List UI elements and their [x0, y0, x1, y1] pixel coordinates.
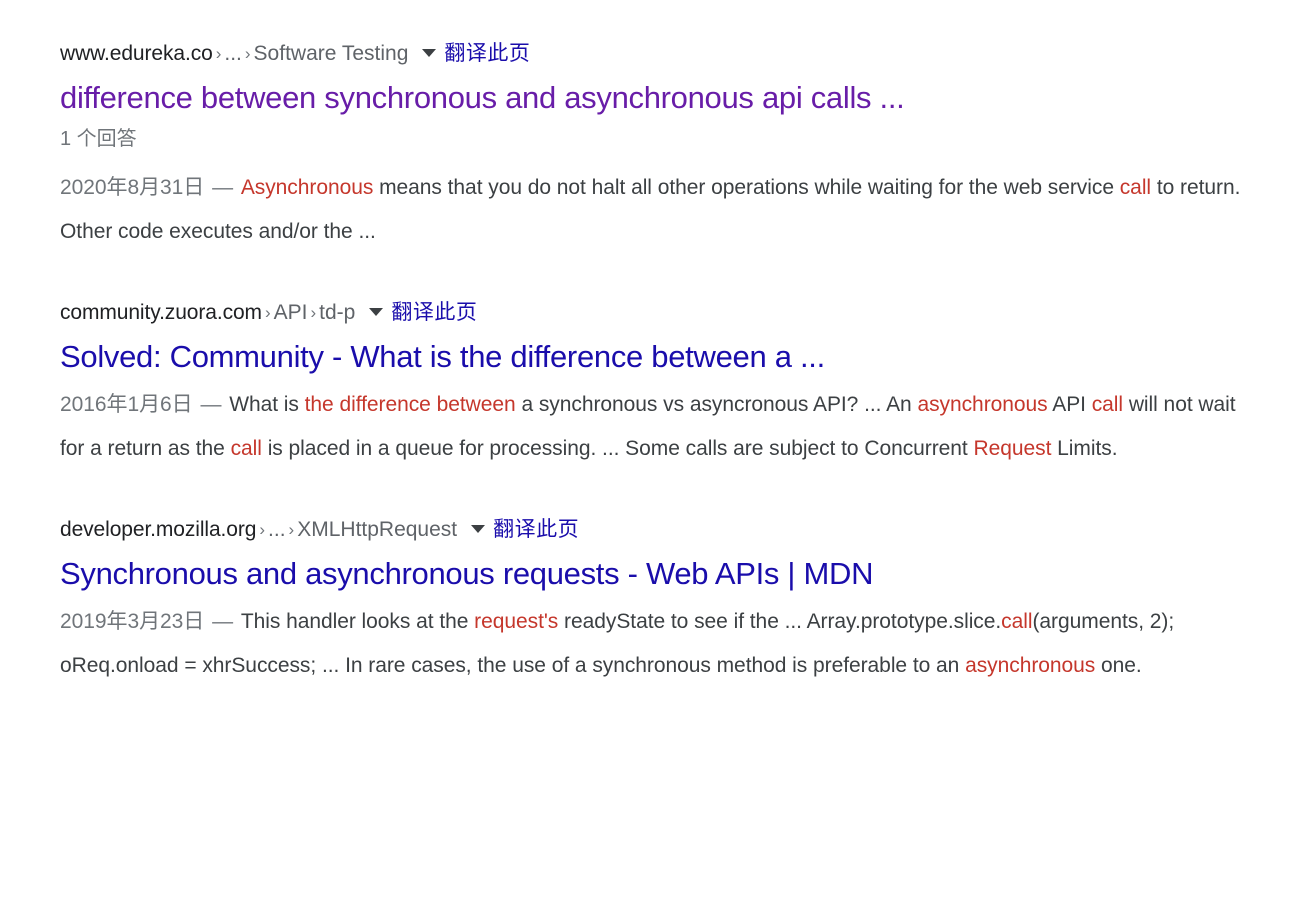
- snippet-text: one.: [1095, 654, 1142, 677]
- result-title: Solved: Community - What is the differen…: [60, 338, 1255, 376]
- result-title-link[interactable]: Solved: Community - What is the differen…: [60, 339, 825, 374]
- snippet-text: is placed in a queue for processing. ...…: [261, 437, 974, 460]
- snippet-text: means that you do not halt all other ope…: [373, 176, 1120, 199]
- snippet-text: API: [1047, 393, 1092, 416]
- snippet-text: readyState to see if the ... Array.proto…: [558, 610, 1002, 633]
- result-snippet: 2019年3月23日 — This handler looks at the r…: [60, 600, 1250, 688]
- breadcrumb-separator-icon: ›: [288, 520, 295, 539]
- snippet-date: 2020年8月31日: [60, 176, 205, 199]
- result-url-breadcrumb[interactable]: community.zuora.com › API › td-p 翻译此页: [60, 300, 1255, 326]
- snippet-highlight: asynchronous: [917, 393, 1048, 416]
- snippet-text: What is: [229, 393, 305, 416]
- result-snippet: 2016年1月6日 — What is the difference betwe…: [60, 383, 1250, 471]
- search-result: www.edureka.co ›... › Software Testing 翻译此页 d…: [60, 41, 1255, 254]
- result-answer-count: 1 个回答: [60, 128, 137, 150]
- snippet-dash: —: [200, 393, 222, 416]
- breadcrumb-separator-icon: ›: [244, 44, 251, 63]
- breadcrumb-separator-icon: ›: [264, 303, 271, 322]
- result-title-link[interactable]: difference between synchronous and async…: [60, 80, 905, 115]
- snippet-highlight: asynchronous: [965, 654, 1096, 677]
- snippet-date: 2016年1月6日: [60, 393, 193, 416]
- search-result: community.zuora.com › API › td-p 翻译此页 Solved: …: [60, 300, 1255, 471]
- snippet-text: a synchronous vs asyncronous API? ... An: [515, 393, 918, 416]
- result-url-breadcrumb[interactable]: www.edureka.co ›... › Software Testing 翻译此页: [60, 41, 1255, 67]
- translate-page-link[interactable]: 翻译此页: [391, 301, 477, 324]
- snippet-dash: —: [212, 610, 234, 633]
- snippet-dash: —: [212, 176, 234, 199]
- translate-page-link[interactable]: 翻译此页: [493, 518, 579, 541]
- translate-page-link[interactable]: 翻译此页: [444, 42, 530, 65]
- snippet-date: 2019年3月23日: [60, 610, 205, 633]
- url-crumb: XMLHttpRequest: [297, 518, 458, 541]
- result-snippet: 2020年8月31日 — Asynchronous means that you…: [60, 166, 1250, 254]
- url-crumb: ...: [268, 518, 286, 541]
- snippet-text: Limits.: [1051, 437, 1118, 460]
- snippet-highlight: Asynchronous: [240, 176, 374, 199]
- search-results-list: www.edureka.co ›... › Software Testing 翻译此页 d…: [0, 0, 1298, 688]
- breadcrumb-separator-icon: ›: [259, 520, 266, 539]
- snippet-highlight: call: [230, 437, 262, 460]
- url-domain: community.zuora.com: [60, 301, 262, 324]
- chevron-down-icon[interactable]: [369, 308, 384, 316]
- url-crumb: API: [273, 301, 308, 324]
- result-title: difference between synchronous and async…: [60, 79, 1255, 117]
- url-domain: developer.mozilla.org: [60, 518, 257, 541]
- snippet-highlight: request's: [474, 610, 559, 633]
- snippet-highlight: the difference between: [304, 393, 516, 416]
- snippet-text: This handler looks at the: [240, 610, 475, 633]
- url-crumb: Software Testing: [253, 42, 409, 65]
- snippet-highlight: call: [1091, 393, 1124, 416]
- snippet-highlight: Request: [973, 437, 1052, 460]
- breadcrumb-separator-icon: ›: [310, 303, 317, 322]
- search-result: developer.mozilla.org ›... › XMLHttpRequest…: [60, 517, 1255, 688]
- url-domain: www.edureka.co: [60, 42, 213, 65]
- chevron-down-icon[interactable]: [422, 49, 437, 57]
- snippet-highlight: call: [1119, 176, 1152, 199]
- snippet-highlight: call: [1001, 610, 1033, 633]
- result-url-breadcrumb[interactable]: developer.mozilla.org ›... › XMLHttpRequest…: [60, 517, 1255, 543]
- result-title-link[interactable]: Synchronous and asynchronous requests - …: [60, 556, 873, 591]
- chevron-down-icon[interactable]: [471, 525, 486, 533]
- url-crumb: ...: [224, 42, 242, 65]
- breadcrumb-separator-icon: ›: [215, 44, 222, 63]
- result-title: Synchronous and asynchronous requests - …: [60, 555, 1255, 593]
- url-crumb: td-p: [319, 301, 356, 324]
